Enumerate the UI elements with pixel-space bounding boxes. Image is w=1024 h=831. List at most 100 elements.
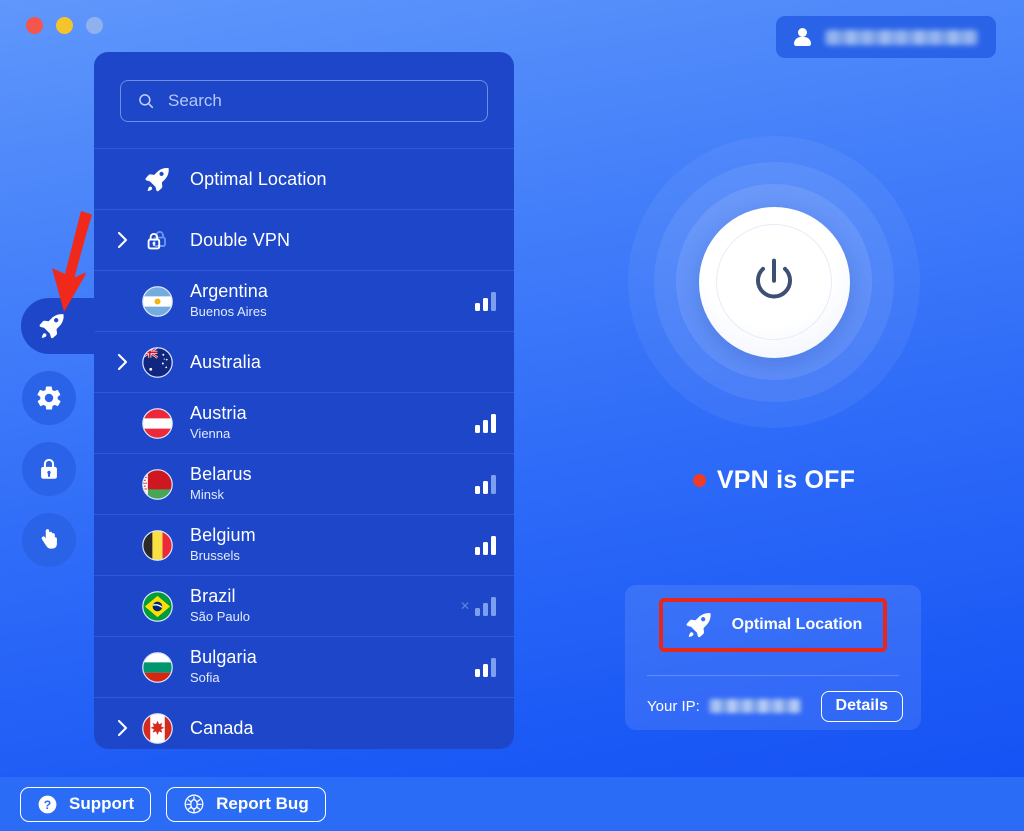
flag-icon-by [136, 468, 178, 500]
signal-strength [475, 413, 496, 433]
list-item-optimal-location[interactable]: Optimal Location [94, 148, 514, 209]
list-item-labels: Belarus Minsk [178, 464, 475, 503]
hand-icon [41, 529, 57, 549]
optimal-location-label: Optimal Location [731, 616, 863, 633]
city-name: Buenos Aires [190, 304, 267, 320]
country-name: Bulgaria [190, 647, 257, 668]
rocket-icon [686, 613, 711, 638]
lock-icon [41, 458, 57, 479]
list-item-label: Double VPN [190, 229, 291, 250]
gear-icon [37, 386, 61, 410]
city-name: Brussels [190, 548, 240, 564]
signal-bars-icon [475, 413, 496, 433]
country-name: Belarus [190, 464, 252, 485]
signal-strength [475, 535, 496, 555]
account-button[interactable] [776, 16, 996, 58]
country-name: Canada [190, 717, 254, 738]
list-item-labels: Argentina Buenos Aires [178, 281, 475, 320]
chevron-right-icon[interactable] [110, 352, 136, 372]
signal-strength [475, 474, 496, 494]
list-item-label: Optimal Location [190, 168, 327, 189]
list-item-labels: Optimal Location [178, 169, 496, 190]
table-row[interactable]: Brazil São Paulo ✕ [94, 575, 514, 636]
table-row[interactable]: Bulgaria Sofia [94, 636, 514, 697]
flag-icon-at [136, 407, 178, 439]
vpn-status: VPN is OFF [624, 466, 924, 495]
flag-icon-ar [136, 285, 178, 317]
signal-bars-icon [475, 291, 496, 311]
signal-strength [475, 291, 496, 311]
list-item-labels: Bulgaria Sofia [178, 647, 475, 686]
table-row[interactable]: Belgium Brussels [94, 514, 514, 575]
power-button-inner-ring [716, 224, 832, 340]
country-name: Brazil [190, 586, 236, 607]
status-text: VPN is OFF [716, 466, 856, 494]
support-button[interactable]: ? Support [20, 786, 152, 822]
list-item-labels: Australia [178, 352, 496, 373]
city-name: Sofia [190, 670, 220, 686]
locations-panel: Optimal Location [94, 52, 514, 749]
bug-icon [184, 794, 204, 814]
chevron-right-icon[interactable] [110, 230, 136, 250]
table-row[interactable]: Austria Vienna [94, 392, 514, 453]
sidebar-item-settings[interactable] [22, 371, 76, 425]
svg-text:?: ? [44, 798, 51, 812]
signal-strength-unavailable: ✕ [459, 596, 496, 616]
list-item-labels: Double VPN [178, 230, 496, 251]
list-item-labels: Canada [178, 718, 496, 739]
ip-label: Your IP: [647, 697, 700, 715]
minimize-button[interactable] [56, 17, 73, 34]
chevron-right-icon[interactable] [110, 718, 136, 738]
sidebar-item-block[interactable] [22, 513, 76, 567]
sidebar-rail [21, 298, 95, 567]
country-name: Austria [190, 403, 247, 424]
ip-value-redacted [708, 699, 801, 713]
signal-bars-icon [475, 474, 496, 494]
window-controls [26, 17, 103, 34]
rocket-icon [39, 314, 64, 339]
optimal-location-button[interactable]: Optimal Location [659, 598, 887, 652]
account-username-redacted [825, 29, 978, 45]
status-dot-icon [692, 474, 706, 487]
divider [647, 675, 899, 676]
search-box[interactable] [120, 80, 488, 122]
country-name: Australia [190, 351, 261, 372]
list-item-labels: Belgium Brussels [178, 525, 475, 564]
signal-bars-icon [475, 596, 496, 616]
city-name: Vienna [190, 426, 231, 442]
unavailable-x-icon: ✕ [459, 599, 470, 613]
sidebar-item-locations[interactable] [21, 298, 95, 354]
flag-icon-br [136, 590, 178, 622]
signal-bars-icon [475, 535, 496, 555]
support-label: Support [69, 794, 135, 813]
power-button-area [624, 112, 924, 452]
flag-icon-be [136, 529, 178, 561]
rocket-icon [136, 165, 178, 194]
list-item-labels: Brazil São Paulo [178, 586, 460, 625]
table-row[interactable]: Australia [94, 331, 514, 392]
footer-bar: ? Support Report Bug [0, 777, 1024, 831]
search-input[interactable] [168, 91, 471, 111]
table-row[interactable]: Belarus Minsk [94, 453, 514, 514]
table-row[interactable]: Argentina Buenos Aires [94, 270, 514, 331]
country-name: Argentina [190, 281, 268, 302]
list-item-labels: Austria Vienna [178, 403, 475, 442]
double-lock-icon [136, 226, 178, 254]
sidebar-item-security[interactable] [22, 442, 76, 496]
flag-icon-bg [136, 651, 178, 683]
person-icon [794, 27, 811, 47]
country-name: Belgium [190, 525, 256, 546]
report-bug-button[interactable]: Report Bug [166, 786, 326, 822]
current-location-card: Optimal Location Your IP: Details [625, 585, 921, 730]
table-row[interactable]: Canada [94, 697, 514, 749]
details-button[interactable]: Details [820, 690, 903, 722]
close-button[interactable] [26, 17, 43, 34]
list-item-double-vpn[interactable]: Double VPN [94, 209, 514, 270]
zoom-button[interactable] [86, 17, 103, 34]
signal-bars-icon [475, 657, 496, 677]
question-circle-icon: ? [38, 795, 57, 813]
flag-icon-ca [136, 712, 178, 744]
city-name: São Paulo [190, 609, 250, 625]
vpn-app-window: Optimal Location [0, 0, 1024, 831]
power-button[interactable] [698, 206, 850, 358]
